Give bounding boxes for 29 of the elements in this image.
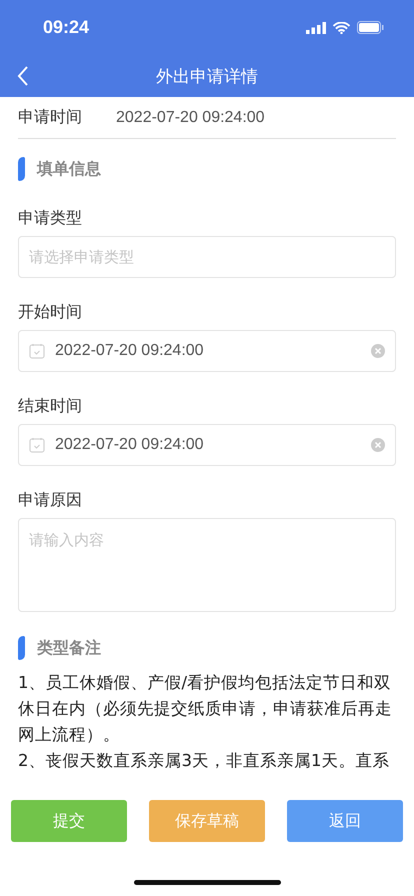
note-paragraph: 1、员工休婚假、产假/看护假均包括法定节日和双休日在内（必须先提交纸质申请，申请获准后再走网上流程）。 xyxy=(18,672,393,746)
field-label: 申请原因 xyxy=(18,490,83,509)
signal-icon xyxy=(306,22,326,34)
field-label: 结束时间 xyxy=(18,396,83,415)
textarea-field[interactable]: 请输入内容 xyxy=(18,518,396,612)
calendar-icon xyxy=(29,343,45,359)
calendar-icon xyxy=(29,437,45,453)
action-button[interactable]: 返回 xyxy=(287,800,403,842)
section-title: 类型备注 xyxy=(37,638,101,658)
back-icon[interactable] xyxy=(16,65,30,87)
status-time: 09:24 xyxy=(43,17,90,38)
date-field[interactable]: 2022-07-20 09:24:00 xyxy=(18,424,396,466)
clear-icon[interactable] xyxy=(371,438,385,452)
field-value: 2022-07-20 09:24:00 xyxy=(116,108,265,126)
section-title: 填单信息 xyxy=(37,158,101,180)
clear-icon[interactable] xyxy=(371,344,385,358)
section-marker xyxy=(18,636,25,660)
action-button[interactable]: 提交 xyxy=(11,800,127,842)
battery-icon xyxy=(357,21,384,34)
select-field[interactable]: 请选择申请类型 xyxy=(18,236,396,278)
section-marker xyxy=(18,157,25,181)
field-label: 开始时间 xyxy=(18,302,83,321)
note-paragraph: 2、丧假天数直系亲属3天，非直系亲属1天。直系 xyxy=(18,750,390,772)
field-label: 申请类型 xyxy=(18,208,83,227)
page-title: 外出申请详情 xyxy=(156,66,258,88)
wifi-icon xyxy=(333,22,350,34)
action-button[interactable]: 保存草稿 xyxy=(149,800,265,842)
date-field[interactable]: 2022-07-20 09:24:00 xyxy=(18,330,396,372)
field-label: 申请时间 xyxy=(18,107,82,128)
